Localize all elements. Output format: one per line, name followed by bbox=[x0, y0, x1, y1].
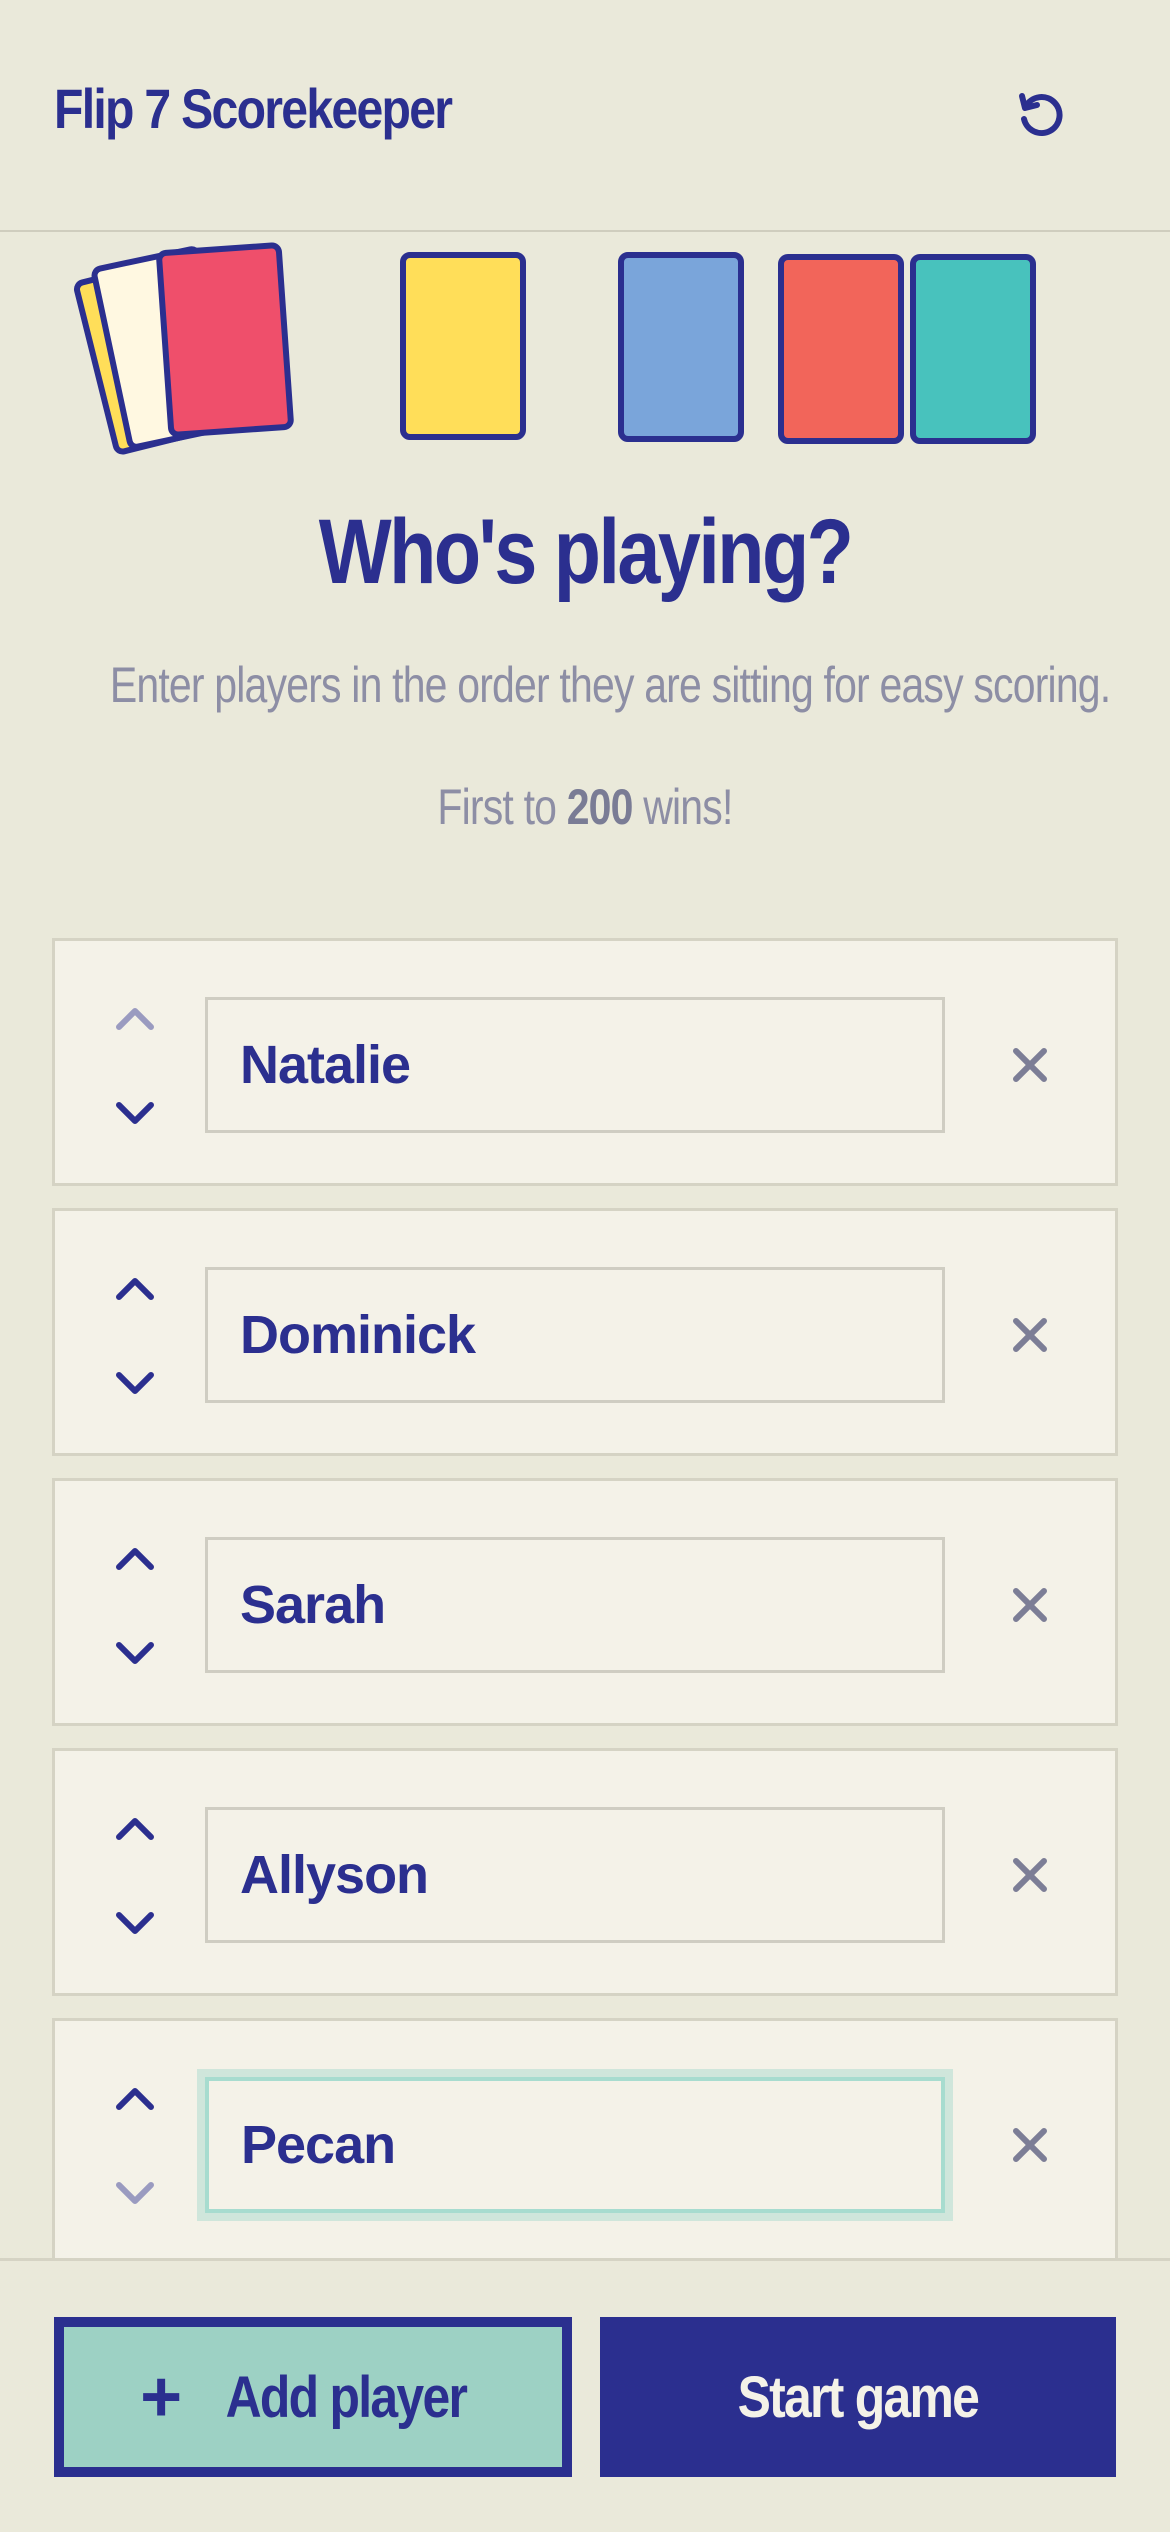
chevron-up-icon bbox=[116, 1278, 154, 1300]
player-name-input[interactable] bbox=[205, 1267, 945, 1403]
goal-text: First to 200 wins! bbox=[437, 779, 733, 835]
move-down-button[interactable] bbox=[105, 1901, 165, 1945]
app-root: Flip 7 Scorekeeper Who's playing? Enter … bbox=[0, 0, 1170, 2532]
move-down-button[interactable] bbox=[105, 1631, 165, 1675]
app-header: Flip 7 Scorekeeper bbox=[0, 0, 1170, 232]
remove-player-button[interactable] bbox=[995, 1843, 1065, 1907]
chevron-down-icon bbox=[116, 1642, 154, 1664]
card-teal bbox=[910, 254, 1036, 444]
move-down-button[interactable] bbox=[105, 1361, 165, 1405]
close-icon bbox=[1013, 1318, 1047, 1352]
player-name-input[interactable] bbox=[205, 1807, 945, 1943]
close-icon bbox=[1013, 2128, 1047, 2162]
cards-illustration bbox=[0, 232, 1170, 457]
chevron-up-icon bbox=[116, 2088, 154, 2110]
move-up-button[interactable] bbox=[105, 997, 165, 1041]
close-icon bbox=[1013, 1858, 1047, 1892]
close-icon bbox=[1013, 1048, 1047, 1082]
player-name-input[interactable] bbox=[205, 997, 945, 1133]
add-player-button[interactable]: + Add player bbox=[54, 2317, 572, 2477]
start-game-button[interactable]: Start game bbox=[600, 2317, 1116, 2477]
player-row bbox=[52, 2018, 1118, 2258]
player-list bbox=[52, 938, 1118, 2258]
remove-player-button[interactable] bbox=[995, 1033, 1065, 1097]
start-game-label: Start game bbox=[737, 2364, 980, 2430]
move-down-button[interactable] bbox=[105, 2171, 165, 2215]
move-up-button[interactable] bbox=[105, 2077, 165, 2121]
move-up-button[interactable] bbox=[105, 1537, 165, 1581]
player-row bbox=[52, 1748, 1118, 1996]
player-name-input[interactable] bbox=[205, 2077, 945, 2213]
move-up-button[interactable] bbox=[105, 1267, 165, 1311]
reset-button[interactable] bbox=[1000, 78, 1080, 150]
app-title: Flip 7 Scorekeeper bbox=[54, 77, 453, 140]
move-down-button[interactable] bbox=[105, 1091, 165, 1135]
page-subtitle: Enter players in the order they are sitt… bbox=[109, 657, 1111, 713]
player-row bbox=[52, 1208, 1118, 1456]
chevron-up-icon bbox=[116, 1818, 154, 1840]
remove-player-button[interactable] bbox=[995, 1303, 1065, 1367]
card-yellow bbox=[400, 252, 526, 440]
reset-icon bbox=[1019, 93, 1063, 137]
remove-player-button[interactable] bbox=[995, 1573, 1065, 1637]
player-row bbox=[52, 1478, 1118, 1726]
close-icon bbox=[1013, 1588, 1047, 1622]
add-player-label: Add player bbox=[225, 2364, 468, 2430]
chevron-up-icon bbox=[116, 1008, 154, 1030]
page-title: Who's playing? bbox=[318, 501, 854, 603]
remove-player-button[interactable] bbox=[995, 2113, 1065, 2177]
chevron-down-icon bbox=[116, 1912, 154, 1934]
player-name-input[interactable] bbox=[205, 1537, 945, 1673]
chevron-down-icon bbox=[116, 2182, 154, 2204]
player-row bbox=[52, 938, 1118, 1186]
card-blue bbox=[618, 252, 744, 442]
chevron-up-icon bbox=[116, 1548, 154, 1570]
footer-bar: + Add player Start game bbox=[0, 2258, 1170, 2532]
plus-icon: + bbox=[140, 2357, 182, 2437]
chevron-down-icon bbox=[116, 1102, 154, 1124]
goal-score: 200 bbox=[566, 779, 634, 835]
move-up-button[interactable] bbox=[105, 1807, 165, 1851]
card-red bbox=[155, 241, 295, 439]
chevron-down-icon bbox=[116, 1372, 154, 1394]
card-orange bbox=[778, 254, 904, 444]
